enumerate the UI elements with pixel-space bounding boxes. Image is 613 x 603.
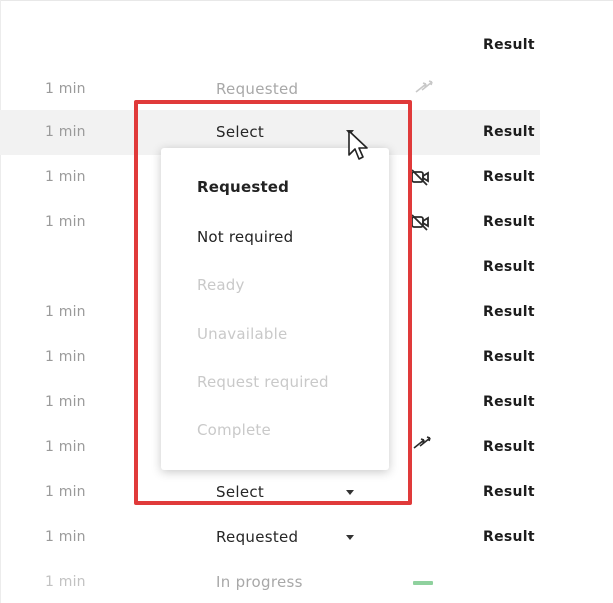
result-column-header: Result (483, 37, 535, 53)
chevron-down-icon[interactable] (346, 535, 354, 540)
result-link[interactable]: Result (483, 214, 535, 230)
chevron-down-icon[interactable] (346, 490, 354, 495)
result-link[interactable]: Result (483, 529, 535, 545)
row-time: 1 min (45, 439, 86, 455)
row-status: In progress (216, 573, 303, 591)
row-time: 1 min (45, 574, 86, 590)
result-link[interactable]: Result (483, 124, 535, 140)
row-time: 1 min (45, 124, 86, 140)
row-time: 1 min (45, 349, 86, 365)
table-header-row: Result (0, 22, 613, 67)
dropdown-option-unavailable: Unavailable (197, 325, 288, 343)
result-link[interactable]: Result (483, 394, 535, 410)
dropdown-option-complete: Complete (197, 421, 271, 439)
table-row: 1 min Requested (0, 67, 613, 112)
mouse-cursor-icon (347, 129, 371, 167)
result-link[interactable]: Result (483, 304, 535, 320)
row-time: 1 min (45, 214, 86, 230)
dropdown-option-requested[interactable]: Requested (197, 178, 289, 196)
result-link[interactable]: Result (483, 484, 535, 500)
result-link[interactable]: Result (483, 169, 535, 185)
status-dropdown-menu: Requested Not required Ready Unavailable… (161, 148, 389, 470)
table-row: 1 min Select Result (0, 470, 613, 515)
status-select[interactable]: Requested (216, 528, 298, 546)
row-time: 1 min (45, 394, 86, 410)
row-time: 1 min (45, 484, 86, 500)
result-link[interactable]: Result (483, 259, 535, 275)
row-time: 1 min (45, 304, 86, 320)
video-off-icon (410, 213, 430, 235)
dropdown-option-ready: Ready (197, 276, 245, 294)
transfer-arrows-icon (414, 79, 434, 99)
dropdown-option-request-required: Request required (197, 373, 329, 391)
table-row: 1 min In progress (0, 560, 613, 603)
video-off-icon (410, 168, 430, 190)
table-top-border (0, 0, 613, 1)
progress-bar-icon (413, 581, 433, 585)
row-time: 1 min (45, 529, 86, 545)
row-status: Requested (216, 80, 299, 98)
result-link[interactable]: Result (483, 439, 535, 455)
status-select[interactable]: Select (216, 123, 264, 141)
table-row: 1 min Requested Result (0, 515, 613, 560)
dropdown-option-not-required[interactable]: Not required (197, 228, 293, 246)
orders-table: Result 1 min Requested 1 min Select Resu… (0, 0, 613, 603)
transfer-arrows-icon (412, 435, 432, 455)
status-select[interactable]: Select (216, 483, 264, 501)
result-link[interactable]: Result (483, 349, 535, 365)
row-time: 1 min (45, 81, 86, 97)
row-time: 1 min (45, 169, 86, 185)
